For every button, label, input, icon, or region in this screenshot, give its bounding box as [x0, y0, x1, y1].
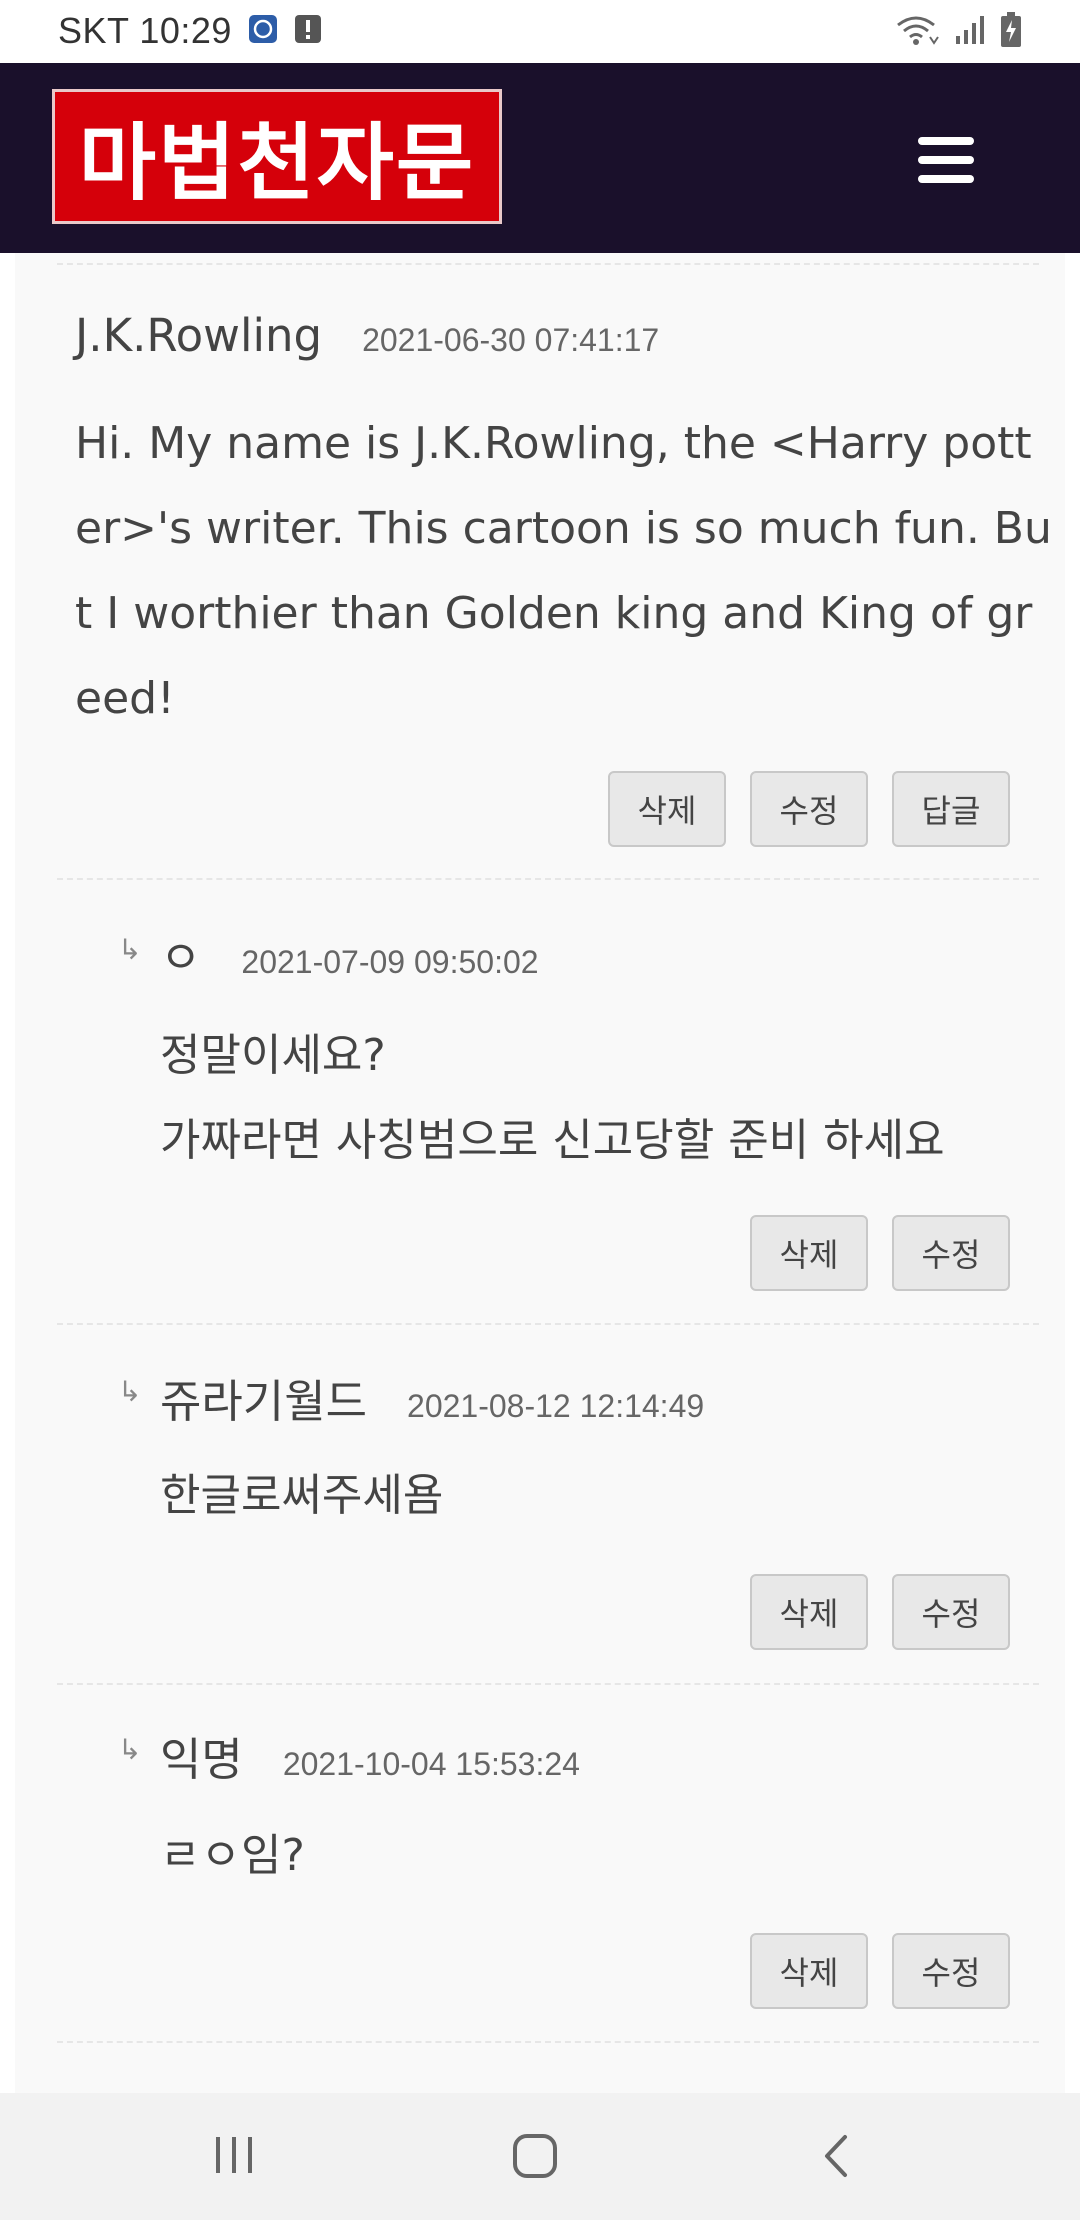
comment-date: 2021-06-30 07:41:17 [362, 322, 660, 358]
reply-arrow-icon: ↳ [118, 1733, 142, 1766]
wifi-icon [896, 13, 940, 51]
comment-panel: J.K.Rowling 2021-06-30 07:41:17 Hi. My n… [15, 253, 1065, 2093]
comment-body: ㄹㅇ임? [160, 1813, 305, 1898]
alert-icon [294, 14, 322, 48]
comment-line: t I worthier than Golden king and King o… [75, 588, 1033, 639]
comment-line: er>'s writer. This cartoon is so much fu… [75, 503, 1052, 554]
reply-arrow-icon: ↳ [118, 1375, 142, 1408]
edit-button[interactable]: 수정 [892, 1933, 1010, 2009]
system-navigation-bar [0, 2093, 1080, 2220]
edit-button[interactable]: 수정 [750, 771, 868, 847]
comment-author: ㅇ [160, 931, 202, 984]
comment-line: 가짜라면 사칭범으로 신고당할 준비 하세요 [160, 1115, 945, 1166]
signal-icon [954, 14, 986, 50]
comment-date: 2021-10-04 15:53:24 [282, 1746, 580, 1782]
divider [57, 878, 1039, 880]
comment-author: 쥬라기월드 [160, 1375, 368, 1428]
divider [57, 1323, 1039, 1325]
reply-button[interactable]: 답글 [892, 771, 1010, 847]
recent-apps-icon[interactable] [210, 2131, 258, 2183]
comment-date: 2021-07-09 09:50:02 [241, 944, 539, 980]
logo-text: 마법천자문 [78, 114, 476, 212]
app-notification-icon [248, 14, 278, 48]
delete-button[interactable]: 삭제 [750, 1574, 868, 1650]
comment-line: 한글로써주세욤 [160, 1470, 444, 1521]
comment-date: 2021-08-12 12:14:49 [407, 1388, 705, 1424]
divider [57, 263, 1039, 265]
battery-charging-icon [1000, 12, 1022, 52]
comment-author: J.K.Rowling [75, 309, 323, 362]
comment-body: 정말이세요? 가짜라면 사칭범으로 신고당할 준비 하세요 [160, 1013, 945, 1183]
edit-button[interactable]: 수정 [892, 1574, 1010, 1650]
hamburger-menu-icon[interactable] [918, 135, 980, 185]
reply-arrow-icon: ↳ [118, 933, 142, 966]
comment-body: 한글로써주세욤 [160, 1453, 443, 1538]
site-header: 마법천자문 [0, 63, 1080, 253]
delete-button[interactable]: 삭제 [608, 771, 726, 847]
back-icon[interactable] [815, 2131, 859, 2185]
comment-author: 익명 [160, 1733, 243, 1786]
comment-body: Hi. My name is J.K.Rowling, the <Harry p… [75, 401, 1052, 741]
edit-button[interactable]: 수정 [892, 1215, 1010, 1291]
delete-button[interactable]: 삭제 [750, 1933, 868, 2009]
home-icon[interactable] [510, 2131, 560, 2185]
comment-line: Hi. My name is J.K.Rowling, the <Harry p… [75, 418, 1032, 469]
site-logo[interactable]: 마법천자문 [52, 89, 502, 224]
comment-line: ㄹㅇ임? [160, 1830, 305, 1881]
divider [57, 2041, 1039, 2043]
comment-line: eed! [75, 673, 175, 724]
delete-button[interactable]: 삭제 [750, 1215, 868, 1291]
status-bar: SKT 10:29 [0, 0, 1080, 63]
comment-line: 정말이세요? [160, 1030, 386, 1081]
carrier-time: SKT 10:29 [58, 10, 232, 51]
comment-section: J.K.Rowling 2021-06-30 07:41:17 Hi. My n… [0, 253, 1080, 2093]
divider [57, 1683, 1039, 1685]
